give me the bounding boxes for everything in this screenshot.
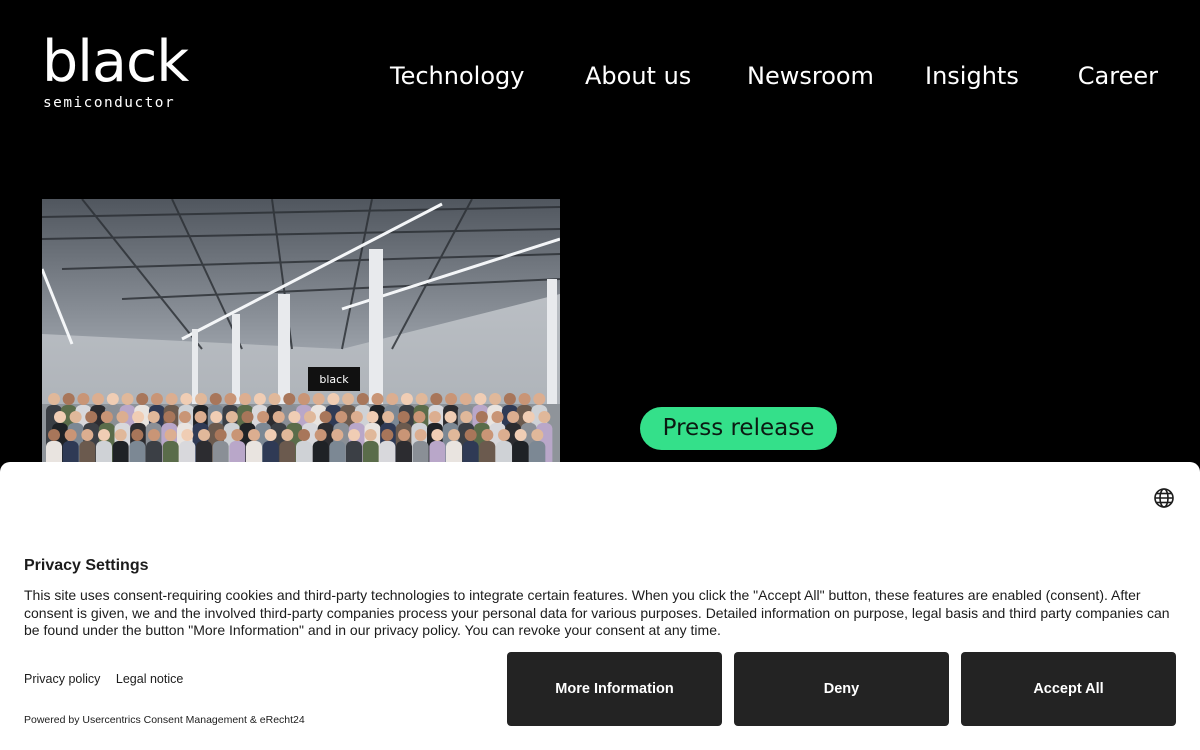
- accept-all-button[interactable]: Accept All: [961, 652, 1176, 726]
- globe-icon[interactable]: [1152, 486, 1176, 510]
- photo-sign-text: black: [319, 373, 349, 386]
- consent-description: This site uses consent-requiring cookies…: [24, 587, 1170, 639]
- team-photo[interactable]: black: [42, 199, 560, 462]
- logo-subtitle: semiconductor: [43, 95, 176, 111]
- consent-banner: Privacy Settings This site uses consent-…: [0, 462, 1200, 750]
- consent-links: Privacy policy Legal notice: [24, 671, 195, 687]
- deny-button[interactable]: Deny: [734, 652, 949, 726]
- nav-item-career[interactable]: Career: [1078, 60, 1158, 92]
- powered-by-text: Powered by Usercentrics Consent Manageme…: [24, 714, 305, 726]
- nav-item-about-us[interactable]: About us: [585, 60, 691, 92]
- legal-notice-link[interactable]: Legal notice: [116, 672, 183, 686]
- team-photo-illustration: black: [42, 199, 560, 462]
- nav-item-newsroom[interactable]: Newsroom: [747, 60, 874, 92]
- main-nav: Technology About us Newsroom Insights Ca…: [0, 60, 1200, 92]
- nav-item-technology[interactable]: Technology: [390, 60, 524, 92]
- consent-title: Privacy Settings: [24, 557, 149, 574]
- privacy-policy-link[interactable]: Privacy policy: [24, 672, 100, 686]
- more-information-button[interactable]: More Information: [507, 652, 722, 726]
- press-release-badge[interactable]: Press release: [640, 407, 837, 450]
- nav-item-insights[interactable]: Insights: [925, 60, 1019, 92]
